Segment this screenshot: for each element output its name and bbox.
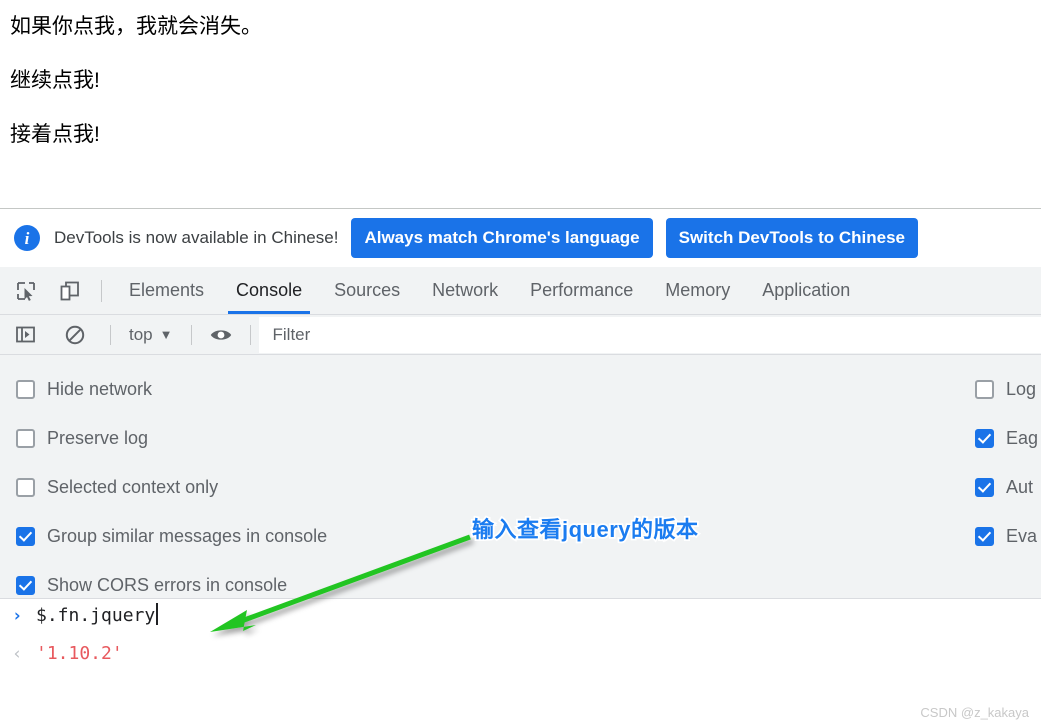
- tab-application[interactable]: Application: [746, 267, 866, 314]
- setting-hide-network[interactable]: Hide network: [16, 365, 327, 414]
- console-result-row: ‹ '1.10.2': [0, 637, 1041, 675]
- tabstrip-divider: [101, 279, 102, 302]
- setting-group-similar-messages[interactable]: Group similar messages in console: [16, 512, 327, 561]
- always-match-chrome-language-button[interactable]: Always match Chrome's language: [351, 218, 653, 258]
- setting-preserve-log[interactable]: Preserve log: [16, 414, 327, 463]
- console-settings-left-column: Hide network Preserve log Selected conte…: [16, 365, 327, 598]
- toolbar-divider-3: [249, 324, 251, 345]
- setting-autocomplete-from-history[interactable]: Aut: [975, 463, 1038, 512]
- console-input-prompt-icon: ›: [12, 606, 23, 626]
- log-xhr-checkbox[interactable]: [975, 380, 994, 399]
- infobar-message: DevTools is now available in Chinese!: [54, 228, 339, 247]
- console-toolbar: top ▼: [0, 315, 1041, 355]
- devtools-tabstrip: Elements Console Sources Network Perform…: [0, 267, 1041, 315]
- console-settings-panel: Hide network Preserve log Selected conte…: [0, 355, 1041, 599]
- console-input-value: $.fn.jquery: [36, 605, 156, 626]
- show-cors-errors-checkbox[interactable]: [16, 576, 35, 595]
- console-sidebar-icon[interactable]: [10, 320, 40, 350]
- show-cors-errors-label: Show CORS errors in console: [47, 575, 288, 595]
- clear-console-icon[interactable]: [60, 320, 90, 350]
- inspect-element-icon[interactable]: [8, 273, 44, 309]
- toolbar-divider-1: [110, 324, 111, 345]
- web-page-content: 如果你点我，我就会消失。 继续点我! 接着点我!: [0, 0, 1041, 208]
- page-text-line-1[interactable]: 如果你点我，我就会消失。: [10, 16, 262, 37]
- console-settings-right-column: Log Eag Aut Eva: [975, 365, 1038, 561]
- group-similar-messages-checkbox[interactable]: [16, 527, 35, 546]
- preserve-log-checkbox[interactable]: [16, 429, 35, 448]
- toolbar-divider-2: [190, 324, 192, 345]
- execution-context-label: top: [129, 324, 153, 344]
- annotation-label: 输入查看jquery的版本: [470, 515, 700, 544]
- console-output-area[interactable]: › $.fn.jquery ‹ '1.10.2': [0, 599, 1041, 728]
- page-text-line-2[interactable]: 继续点我!: [10, 70, 100, 91]
- autocomplete-from-history-label: Aut: [1006, 477, 1034, 497]
- tab-elements[interactable]: Elements: [113, 267, 220, 314]
- watermark-text: CSDN @z_kakaya: [920, 705, 1029, 720]
- info-icon: i: [14, 225, 40, 251]
- console-input-row[interactable]: › $.fn.jquery: [0, 599, 1041, 637]
- devtools-language-infobar: i DevTools is now available in Chinese! …: [0, 209, 1041, 267]
- switch-devtools-to-chinese-button[interactable]: Switch DevTools to Chinese: [665, 218, 919, 258]
- setting-log-xhr[interactable]: Log: [975, 365, 1038, 414]
- tab-network[interactable]: Network: [416, 267, 514, 314]
- setting-eager-evaluation[interactable]: Eag: [975, 414, 1038, 463]
- console-output-prompt-icon: ‹: [12, 644, 23, 664]
- live-expression-eye-icon[interactable]: [206, 320, 236, 350]
- hide-network-label: Hide network: [47, 379, 153, 399]
- autocomplete-from-history-checkbox[interactable]: [975, 478, 994, 497]
- device-toolbar-icon[interactable]: [52, 273, 88, 309]
- setting-evaluate-triggers-user-activation[interactable]: Eva: [975, 512, 1038, 561]
- selected-context-only-label: Selected context only: [47, 477, 219, 497]
- chevron-down-icon: ▼: [159, 327, 173, 342]
- devtools-panel: i DevTools is now available in Chinese! …: [0, 208, 1041, 728]
- console-input-expression[interactable]: $.fn.jquery: [36, 599, 158, 633]
- group-similar-messages-label: Group similar messages in console: [47, 526, 328, 546]
- tab-memory[interactable]: Memory: [649, 267, 746, 314]
- eager-evaluation-checkbox[interactable]: [975, 429, 994, 448]
- page-text-line-3[interactable]: 接着点我!: [10, 124, 100, 145]
- hide-network-checkbox[interactable]: [16, 380, 35, 399]
- log-xhr-label: Log: [1006, 379, 1037, 399]
- evaluate-triggers-user-activation-checkbox[interactable]: [975, 527, 994, 546]
- tab-console[interactable]: Console: [220, 267, 318, 314]
- text-cursor: [156, 603, 158, 625]
- execution-context-dropdown[interactable]: top ▼: [123, 325, 179, 345]
- selected-context-only-checkbox[interactable]: [16, 478, 35, 497]
- eager-evaluation-label: Eag: [1006, 428, 1039, 448]
- console-filter-input[interactable]: [258, 316, 1041, 353]
- tab-sources[interactable]: Sources: [318, 267, 416, 314]
- preserve-log-label: Preserve log: [47, 428, 149, 448]
- setting-selected-context-only[interactable]: Selected context only: [16, 463, 327, 512]
- setting-show-cors-errors[interactable]: Show CORS errors in console: [16, 561, 327, 598]
- evaluate-triggers-user-activation-label: Eva: [1006, 526, 1038, 546]
- tab-performance[interactable]: Performance: [514, 267, 649, 314]
- console-output-value: '1.10.2': [36, 643, 123, 664]
